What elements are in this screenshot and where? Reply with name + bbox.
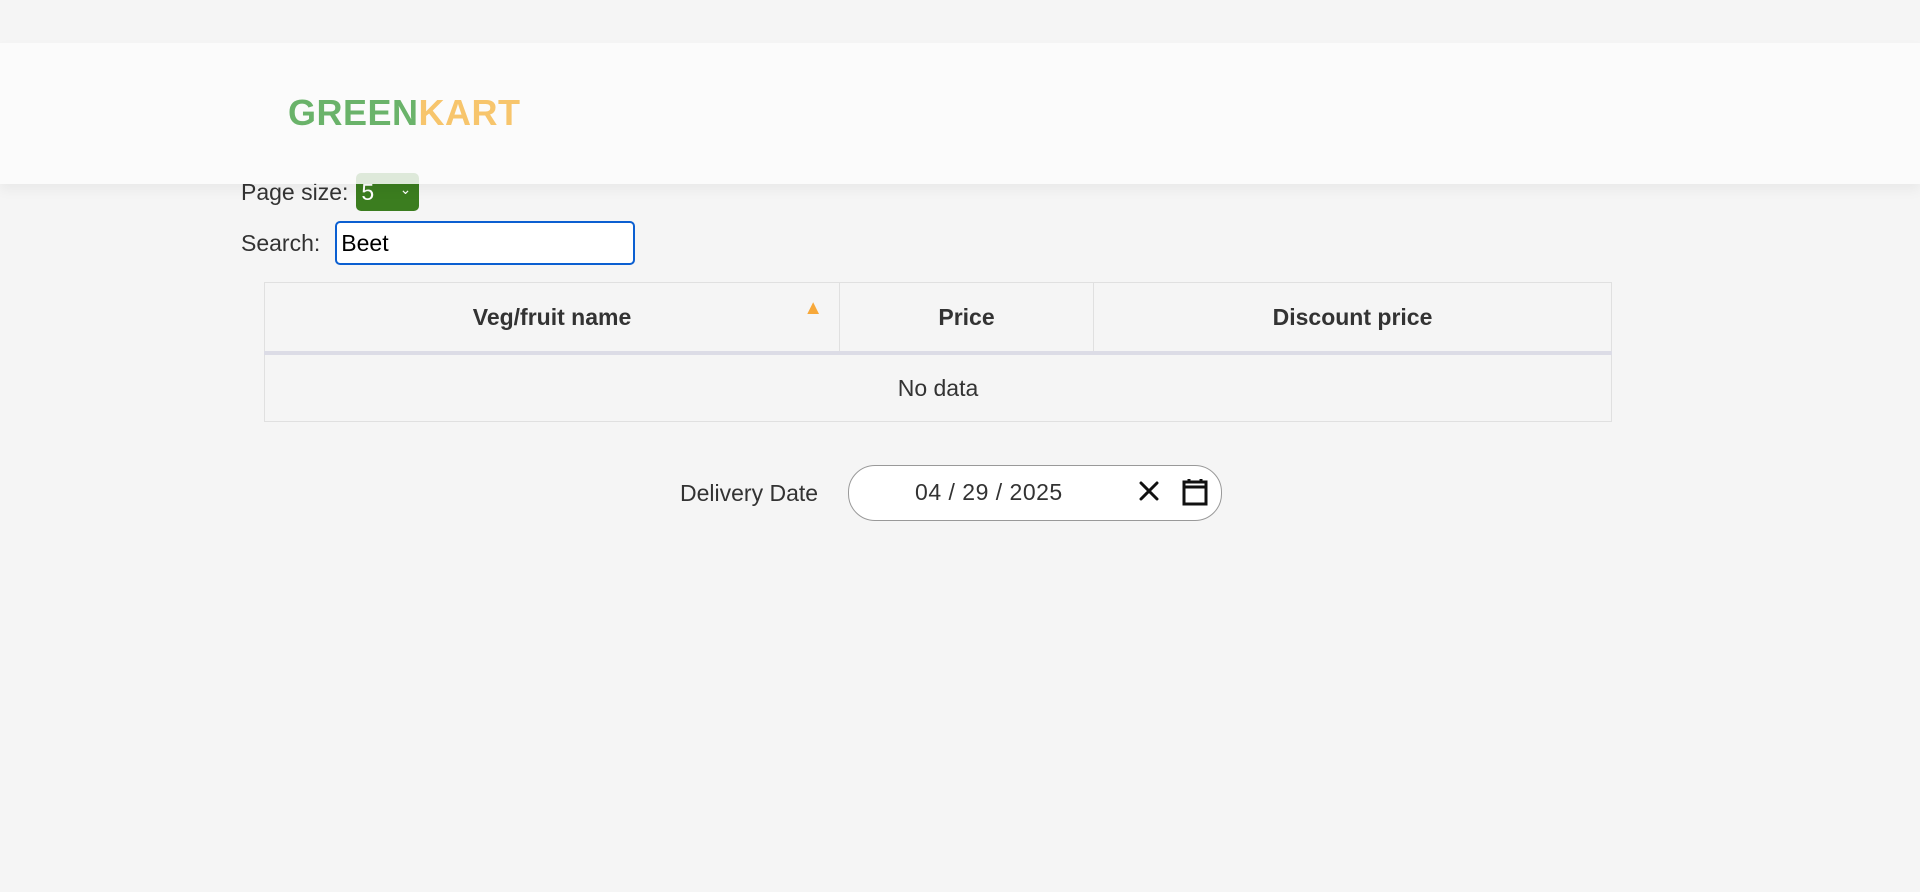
table-row: No data (264, 352, 1612, 422)
header: GREENKART (0, 43, 1920, 184)
search-control: Search: (241, 221, 636, 265)
close-icon[interactable] (1135, 477, 1163, 505)
brand-part-kart: KART (418, 92, 521, 133)
column-header-price[interactable]: Price (839, 282, 1094, 355)
brand-part-green: GREEN (288, 92, 419, 133)
product-table: Veg/fruit name ▲ Price Discount price No… (264, 282, 1612, 422)
brand-logo: GREENKART (288, 95, 521, 131)
delivery-date-control: Delivery Date 04 / 29 / 2025 (680, 465, 1223, 521)
calendar-icon[interactable] (1181, 477, 1209, 507)
column-header-name-label: Veg/fruit name (472, 303, 632, 330)
column-header-discount-label: Discount price (1272, 303, 1433, 330)
search-input[interactable] (335, 221, 636, 265)
table-header-row: Veg/fruit name ▲ Price Discount price (264, 282, 1612, 355)
column-header-discount-price[interactable]: Discount price (1093, 282, 1612, 355)
column-header-name[interactable]: Veg/fruit name ▲ (264, 282, 840, 355)
delivery-date-value[interactable]: 04 / 29 / 2025 (915, 479, 1063, 506)
delivery-date-input[interactable]: 04 / 29 / 2025 (848, 465, 1223, 521)
delivery-date-label: Delivery Date (680, 479, 819, 506)
column-header-price-label: Price (938, 303, 995, 330)
empty-message: No data (264, 352, 1612, 422)
chevron-up-icon[interactable]: ▲ (803, 297, 823, 320)
search-label: Search: (241, 229, 321, 256)
